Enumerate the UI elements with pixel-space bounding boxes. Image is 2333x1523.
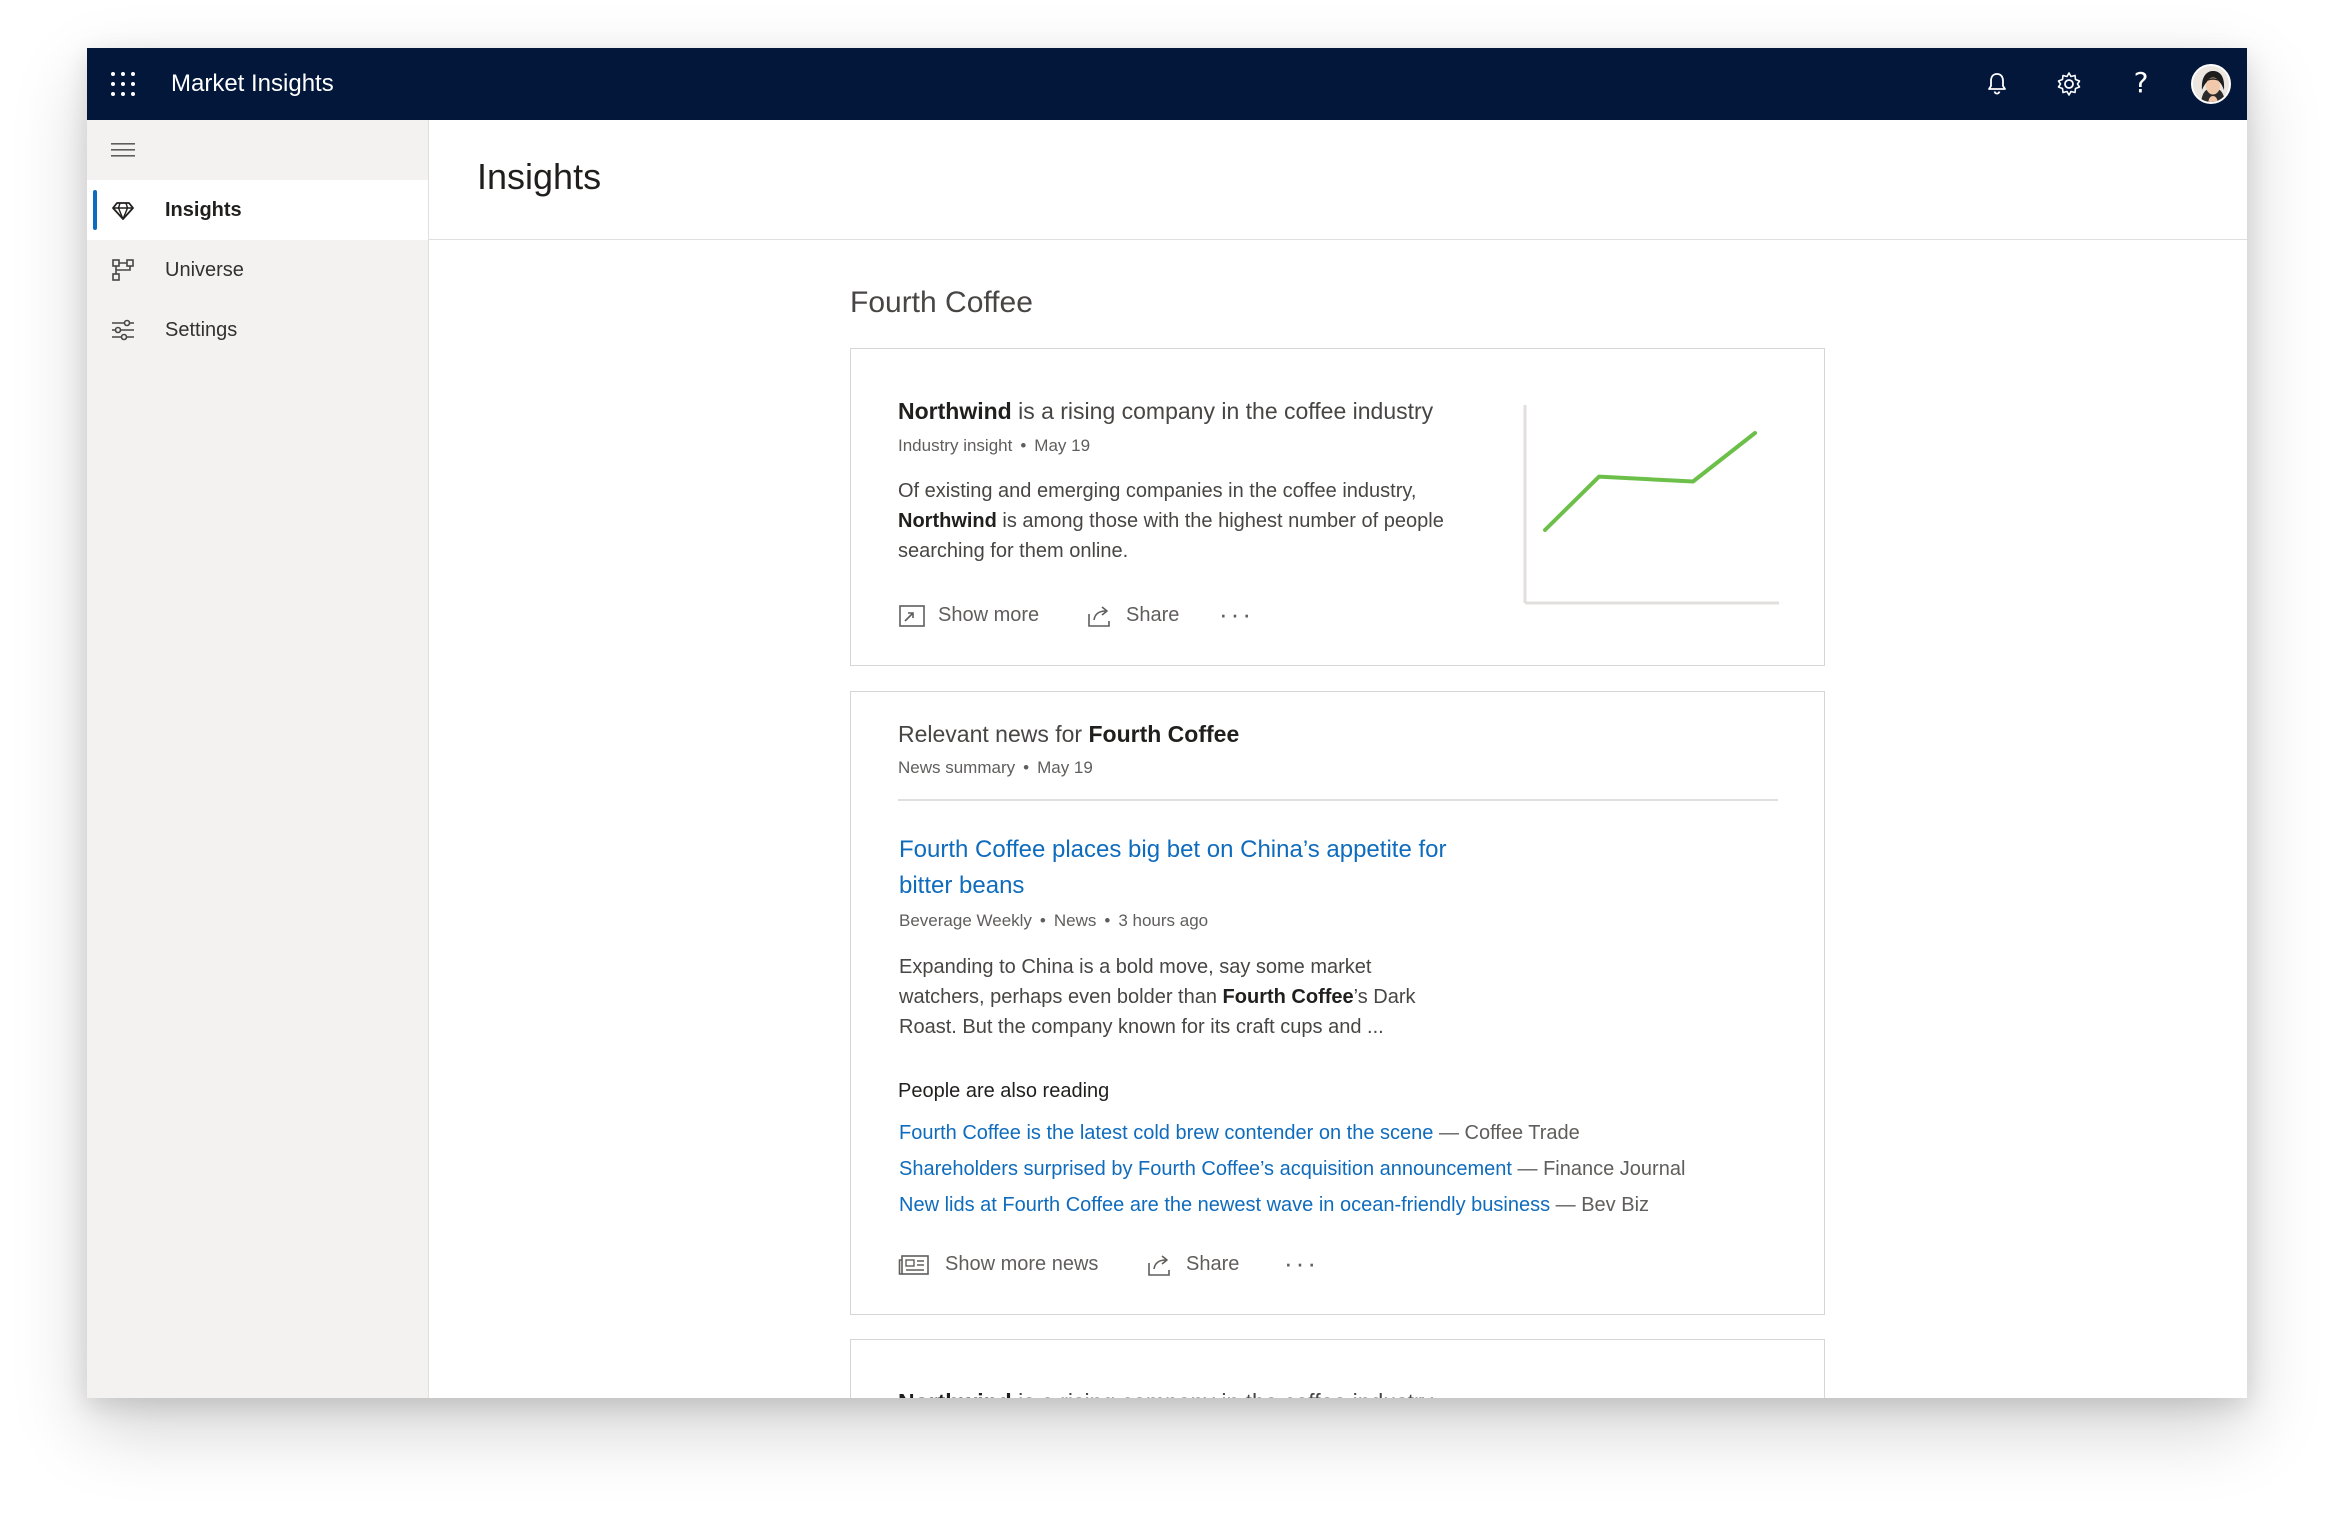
news-title-company: Fourth Coffee: [1088, 721, 1240, 747]
insight-title-text: is a rising company in the coffee indust…: [1012, 1389, 1433, 1398]
avatar[interactable]: [2191, 64, 2231, 104]
gear-icon[interactable]: [2055, 70, 2083, 98]
news-card-title: Relevant news for Fourth Coffee: [898, 718, 1498, 750]
also-reading-link[interactable]: New lids at Fourth Coffee are the newest…: [899, 1194, 1550, 1216]
show-more-button[interactable]: Show more: [898, 597, 1058, 633]
app-window: Market Insights ? Insights Universe Sett…: [87, 48, 2247, 1398]
diamond-icon: [112, 202, 134, 220]
news-headline-link[interactable]: Fourth Coffee places big bet on China’s …: [899, 832, 1459, 904]
app-launcher-icon[interactable]: [111, 72, 135, 96]
insight-title: Northwind is a rising company in the cof…: [898, 1386, 1518, 1398]
divider: [898, 799, 1778, 801]
sidebar-item-insights[interactable]: Insights: [87, 180, 428, 240]
also-reading-link[interactable]: Fourth Coffee is the latest cold brew co…: [899, 1122, 1433, 1144]
share-label: Share: [1126, 604, 1180, 626]
also-reading-item: Fourth Coffee is the latest cold brew co…: [899, 1119, 1580, 1147]
insight-desc-text: Of existing and emerging companies in th…: [898, 480, 1417, 502]
share-label: Share: [1186, 1253, 1240, 1275]
insight-title-company: Northwind: [898, 398, 1012, 424]
news-date: May 19: [1037, 758, 1093, 777]
also-reading-source: — Coffee Trade: [1433, 1122, 1580, 1144]
news-card: Relevant news for Fourth Coffee News sum…: [850, 691, 1825, 1315]
sidebar-item-universe[interactable]: Universe: [87, 240, 428, 300]
sidebar-item-label: Settings: [165, 319, 238, 341]
sidebar-item-label: Insights: [165, 199, 242, 221]
hierarchy-icon: [112, 259, 134, 281]
show-more-news-label: Show more news: [945, 1253, 1099, 1275]
article-category: News: [1053, 911, 1097, 930]
sidebar-item-settings[interactable]: Settings: [87, 300, 428, 360]
app-title: Market Insights: [171, 70, 334, 97]
article-meta: Beverage Weekly • News • 3 hours ago: [899, 911, 1209, 930]
sliders-icon: [112, 319, 134, 341]
trend-sparkline-chart: [1523, 405, 1779, 605]
article-time: 3 hours ago: [1118, 911, 1209, 930]
share-icon: [1148, 1255, 1170, 1276]
article-excerpt: Expanding to China is a bold move, say s…: [899, 952, 1459, 1042]
insight-type: Industry insight: [898, 436, 1013, 455]
insight-description: Of existing and emerging companies in th…: [898, 476, 1508, 566]
sidebar: Insights Universe Settings: [87, 120, 429, 1398]
also-reading-source: — Finance Journal: [1511, 1158, 1686, 1180]
sparkline-series: [1543, 431, 1757, 532]
also-reading-item: New lids at Fourth Coffee are the newest…: [899, 1191, 1649, 1219]
more-options-icon[interactable]: ···: [1219, 601, 1254, 627]
news-type: News summary: [898, 758, 1016, 777]
expand-icon: [899, 605, 925, 627]
article-source: Beverage Weekly: [899, 911, 1032, 930]
insight-desc-company: Northwind: [898, 510, 997, 532]
insight-title-text: is a rising company in the coffee indust…: [1011, 398, 1434, 424]
section-title: Fourth Coffee: [850, 286, 1033, 319]
insight-card-next: Northwind is a rising company in the cof…: [850, 1339, 1825, 1398]
insight-card: Northwind is a rising company in the cof…: [850, 348, 1825, 666]
page-title: Insights: [477, 156, 602, 197]
share-icon: [1088, 606, 1110, 627]
share-button[interactable]: Share: [1146, 1246, 1256, 1282]
share-button[interactable]: Share: [1086, 597, 1196, 633]
also-reading-item: Shareholders surprised by Fourth Coffee’…: [899, 1155, 1685, 1183]
also-reading-link[interactable]: Shareholders surprised by Fourth Coffee’…: [899, 1158, 1512, 1180]
more-options-icon[interactable]: ···: [1284, 1250, 1319, 1276]
newspaper-icon: [898, 1255, 929, 1275]
excerpt-company: Fourth Coffee: [1222, 986, 1354, 1008]
insight-date: May 19: [1034, 436, 1091, 455]
show-more-news-button[interactable]: Show more news: [898, 1246, 1113, 1282]
show-more-label: Show more: [938, 604, 1040, 626]
hamburger-menu-icon[interactable]: [111, 140, 135, 160]
insight-title: Northwind is a rising company in the cof…: [898, 395, 1518, 427]
insight-meta: Industry insight • May 19: [898, 436, 1091, 455]
top-bar: Market Insights ?: [87, 48, 2247, 120]
help-icon[interactable]: ?: [2127, 66, 2155, 99]
also-reading-source: — Bev Biz: [1550, 1194, 1650, 1216]
also-reading-title: People are also reading: [898, 1080, 1110, 1102]
news-title-prefix: Relevant news for: [898, 721, 1089, 747]
main-content: Insights Fourth Coffee Northwind is a ri…: [429, 120, 2247, 1398]
page-header: Insights: [429, 120, 2247, 240]
sidebar-item-label: Universe: [165, 259, 244, 281]
bell-icon[interactable]: [1983, 70, 2011, 98]
news-meta: News summary • May 19: [898, 758, 1093, 777]
insight-title-company: Northwind: [898, 1389, 1012, 1398]
